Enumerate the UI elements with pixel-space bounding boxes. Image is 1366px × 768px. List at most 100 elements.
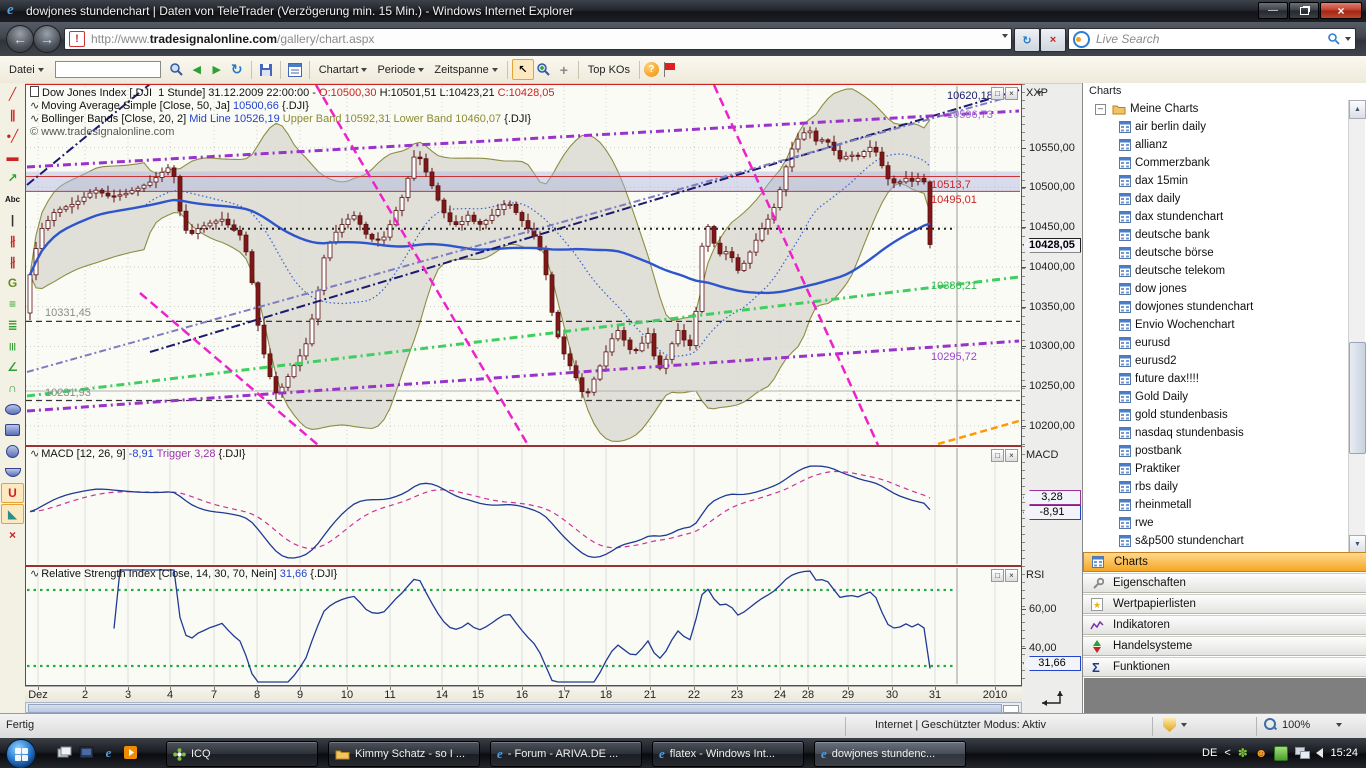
sidebar-section-funktionen[interactable]: ΣFunktionen [1083,657,1366,677]
ray-line-icon[interactable]: •╱ [1,126,24,146]
collapse-icon[interactable]: – [1095,104,1106,115]
panel-close-button[interactable]: × [1005,569,1018,582]
horizontal-line-icon[interactable]: ▬ [1,147,24,167]
panel-close-button[interactable]: × [1005,87,1018,100]
hatch-lines3-icon[interactable]: ∦ [1,252,24,272]
refresh-button[interactable]: ↻ [1014,28,1040,52]
tree-item-postbank[interactable]: postbank [1083,442,1349,460]
chart-horizontal-scrollbar[interactable] [25,702,1022,713]
tree-item-eurusd[interactable]: eurusd [1083,334,1349,352]
taskbar-button-1[interactable]: ICQ [166,741,318,767]
vertical-line-icon[interactable]: | [1,210,24,230]
ie-quicklaunch-icon[interactable]: e [100,744,117,761]
media-player-icon[interactable] [122,744,139,761]
macd-axis-label[interactable]: MACD [1026,449,1058,461]
panel-maximize-button[interactable]: □ [991,449,1004,462]
circle-tool-icon[interactable] [1,441,24,461]
search-icon[interactable] [1327,32,1341,46]
tree-item-air-berlin-daily[interactable]: air berlin daily [1083,118,1349,136]
tree-item-dow-jones[interactable]: dow jones [1083,280,1349,298]
tree-item-nasdaq-stundenbasis[interactable]: nasdaq stundenbasis [1083,424,1349,442]
restore-button[interactable] [1289,2,1319,19]
tree-item-allianz[interactable]: allianz [1083,136,1349,154]
settings-list-icon[interactable] [285,60,305,79]
periode-menu[interactable]: Periode [372,62,429,78]
sidebar-section-charts[interactable]: Charts [1083,552,1366,572]
help-icon[interactable]: ? [644,62,659,77]
tree-item-deutsche-bank[interactable]: deutsche bank [1083,226,1349,244]
text-tool-icon[interactable]: Abc [1,189,24,209]
zoom-dropdown-icon[interactable] [1336,723,1342,727]
window-switcher-icon[interactable] [78,744,95,761]
fibonacci-arcs-icon[interactable]: ∩ [1,378,24,398]
tree-item-s-p500-stundenchart[interactable]: s&p500 stundenchart [1083,532,1349,550]
language-indicator[interactable]: DE [1202,747,1217,759]
tree-item-rbs-daily[interactable]: rbs daily [1083,478,1349,496]
tree-item-envio-wochenchart[interactable]: Envio Wochenchart [1083,316,1349,334]
live-search-box[interactable]: Live Search [1068,28,1356,50]
zoom-level[interactable]: 100% [1282,719,1310,731]
sidebar-section-indikatoren[interactable]: Indikatoren [1083,615,1366,635]
search-symbol-icon[interactable] [167,60,187,79]
icq-tray-icon[interactable]: ✽ [1238,747,1248,759]
stop-button[interactable]: × [1040,28,1066,52]
candlestick-chart[interactable] [26,85,1021,445]
panel-maximize-button[interactable]: □ [991,569,1004,582]
tree-item-gold-daily[interactable]: Gold Daily [1083,388,1349,406]
fibonacci-retracement-icon[interactable]: ≡ [1,294,24,314]
taskbar-button-5[interactable]: edowjones stundenc... [814,741,966,767]
tree-item-praktiker[interactable]: Praktiker [1083,460,1349,478]
history-forward-icon[interactable]: ▶ [207,60,227,79]
history-back-icon[interactable]: ◀ [187,60,207,79]
macd-panel[interactable]: ∿MACD [12, 26, 9] -8,91 Trigger 3,28 {.D… [25,446,1022,566]
forward-button[interactable]: → [33,25,61,53]
minimize-button[interactable]: — [1258,2,1288,19]
reload-data-icon[interactable]: ↻ [227,60,247,79]
tree-item-dax-15min[interactable]: dax 15min [1083,172,1349,190]
taskbar-button-3[interactable]: e- Forum - ARIVA.DE ... [490,741,642,767]
tree-item-rheinmetall[interactable]: rheinmetall [1083,496,1349,514]
show-desktop-icon[interactable] [56,744,73,761]
zeitspanne-menu[interactable]: Zeitspanne [429,62,502,78]
tree-scrollbar-thumb[interactable] [1349,342,1366,454]
rectangle-tool-icon[interactable] [1,420,24,440]
axis-instrument-label[interactable]: XXP [1026,87,1048,99]
arrow-icon[interactable]: ↗ [1,168,24,188]
tree-item-deutsche-b-rse[interactable]: deutsche börse [1083,244,1349,262]
close-button[interactable]: × [1320,2,1362,19]
back-button[interactable]: ← [6,25,34,53]
chartart-menu[interactable]: Chartart [314,62,373,78]
rsi-axis-label[interactable]: RSI [1026,569,1044,581]
tree-item-gold-stundenbasis[interactable]: gold stundenbasis [1083,406,1349,424]
search-dropdown-icon[interactable] [1345,37,1351,41]
save-icon[interactable] [256,60,276,79]
polygon-tool-icon[interactable]: ◣ [1,504,24,524]
tree-item-deutsche-telekom[interactable]: deutsche telekom [1083,262,1349,280]
fibonacci-extension-icon[interactable]: ||| [1,336,24,356]
sidebar-section-eigenschaften[interactable]: Eigenschaften [1083,573,1366,593]
taskbar-button-2[interactable]: Kimmy Schatz - so I ... [328,741,480,767]
top-kos-button[interactable]: Top KOs [583,62,635,78]
scrollbar-thumb[interactable] [28,704,1002,713]
hatch-lines-icon[interactable]: ∦ [1,231,24,251]
scroll-up-button[interactable]: ▲ [1349,100,1366,119]
tree-scrollbar[interactable]: ▲ ▼ [1348,100,1365,552]
datei-menu[interactable]: Datei [4,62,49,78]
tree-item-dax-stundenchart[interactable]: dax stundenchart [1083,208,1349,226]
start-button[interactable] [6,739,36,768]
panel-close-button[interactable]: × [1005,449,1018,462]
parallel-channel-icon[interactable]: ∥ [1,105,24,125]
gann-pencil-icon[interactable]: G [1,273,24,293]
delete-drawing-icon[interactable]: × [1,525,24,545]
tree-item-rwe[interactable]: rwe [1083,514,1349,532]
address-dropdown-icon[interactable] [1002,34,1008,38]
magnet-tool-icon[interactable]: U [1,483,24,503]
cursor-tool-icon[interactable]: ↖ [512,59,534,80]
status-face-icon[interactable]: ☻ [1255,747,1268,759]
gann-fan-icon[interactable]: ∠ [1,357,24,377]
volume-icon[interactable] [1316,748,1323,758]
panel-maximize-button[interactable]: □ [991,87,1004,100]
tree-root-meine-charts[interactable]: –Meine Charts [1083,100,1349,118]
tree-item-dax-daily[interactable]: dax daily [1083,190,1349,208]
power-icon[interactable] [1274,746,1288,761]
